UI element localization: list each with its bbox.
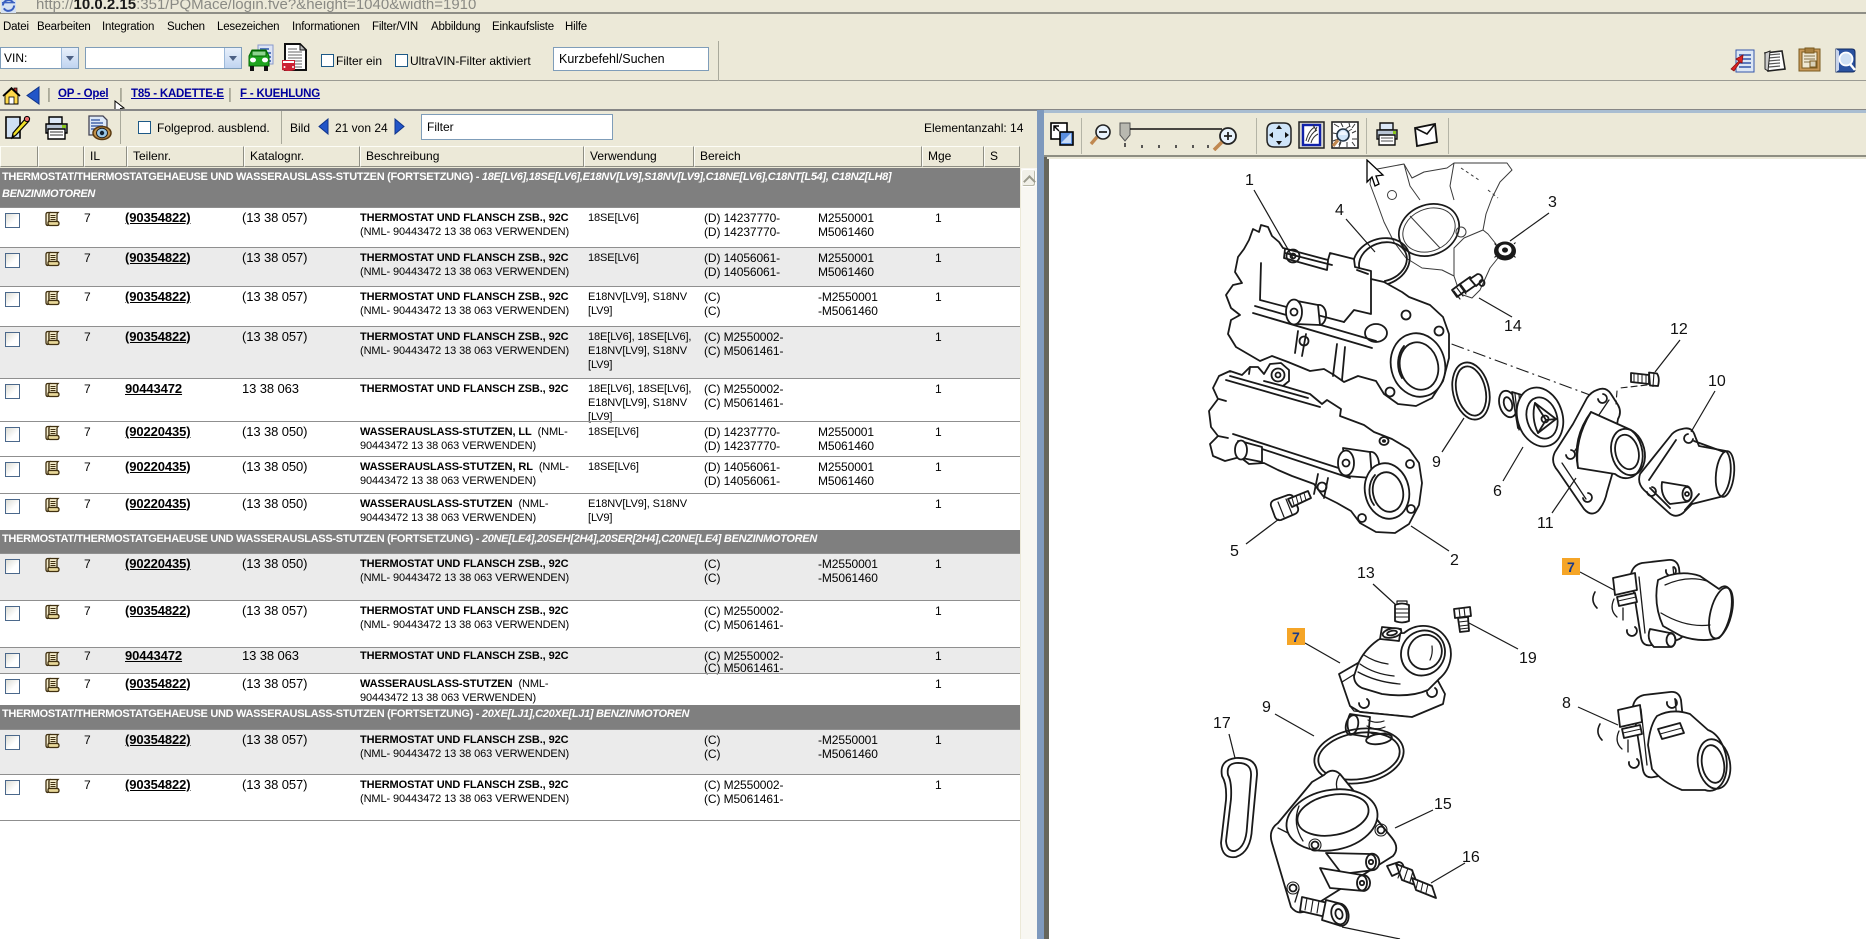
svg-text:13: 13 bbox=[1357, 565, 1375, 582]
svg-text:19: 19 bbox=[1519, 650, 1537, 667]
svg-text:7: 7 bbox=[1567, 559, 1575, 575]
svg-text:9: 9 bbox=[1262, 699, 1271, 716]
svg-text:15: 15 bbox=[1434, 796, 1452, 813]
svg-text:10: 10 bbox=[1708, 373, 1726, 390]
svg-text:11: 11 bbox=[1537, 515, 1554, 532]
svg-text:9: 9 bbox=[1432, 454, 1441, 471]
svg-text:2: 2 bbox=[1450, 552, 1459, 569]
svg-text:17: 17 bbox=[1213, 715, 1231, 732]
svg-text:14: 14 bbox=[1504, 318, 1522, 335]
svg-text:7: 7 bbox=[1292, 629, 1300, 645]
svg-text:6: 6 bbox=[1493, 483, 1502, 500]
svg-text:4: 4 bbox=[1335, 202, 1344, 219]
svg-text:3: 3 bbox=[1548, 194, 1557, 211]
svg-text:5: 5 bbox=[1230, 543, 1239, 560]
svg-text:16: 16 bbox=[1462, 849, 1480, 866]
svg-text:12: 12 bbox=[1670, 321, 1688, 338]
svg-text:8: 8 bbox=[1562, 695, 1571, 712]
svg-text:1: 1 bbox=[1245, 172, 1254, 189]
